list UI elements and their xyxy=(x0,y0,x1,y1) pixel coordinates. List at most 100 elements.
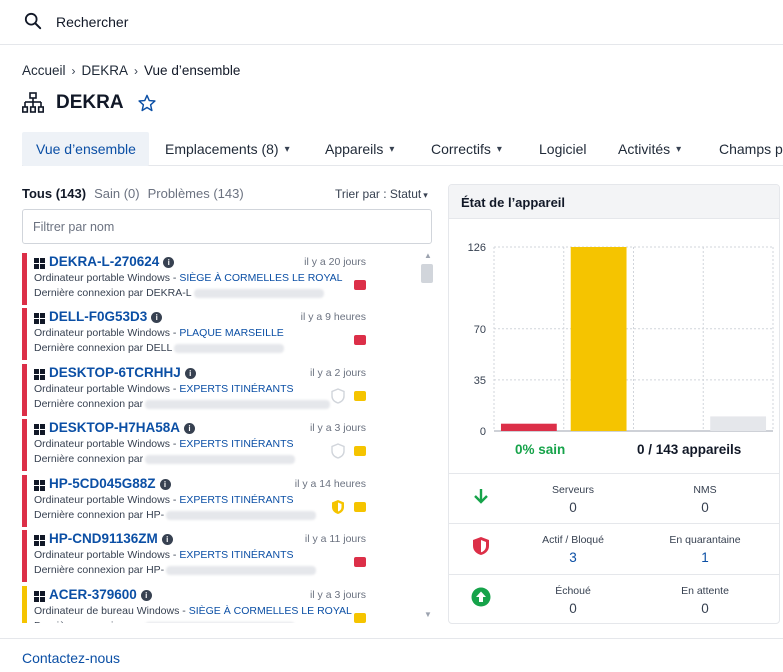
device-location-link[interactable]: PLAQUE MARSEILLE xyxy=(179,327,283,339)
tab-patches[interactable]: Correctifs ▾ xyxy=(431,132,502,166)
device-location-link[interactable]: EXPERTS ITINÉRANTS xyxy=(179,494,293,506)
device-name-link[interactable]: ACER-379600 i xyxy=(49,587,152,602)
device-row[interactable]: DESKTOP-H7HA58A i il y a 3 jours Ordinate… xyxy=(22,419,420,471)
info-icon[interactable]: i xyxy=(140,590,152,601)
device-name-link[interactable]: DESKTOP-6TCRHHJ i xyxy=(49,365,196,380)
device-type-label: Ordinateur portable Windows xyxy=(34,494,170,506)
stat-nms: NMS 0 xyxy=(635,484,775,515)
device-name[interactable]: DESKTOP-6TCRHHJ xyxy=(49,365,181,380)
search-icon[interactable] xyxy=(24,12,42,30)
device-row[interactable]: HP-CND91136ZM i il y a 11 jours Ordinateu… xyxy=(22,530,420,582)
chevron-right-icon: › xyxy=(134,63,139,78)
filter-healthy[interactable]: Sain (0) xyxy=(94,186,140,201)
chart-bar[interactable] xyxy=(500,423,557,431)
scroll-up-arrow[interactable]: ▲ xyxy=(424,251,432,260)
device-location-link[interactable]: EXPERTS ITINÉRANTS xyxy=(179,438,293,450)
device-row[interactable]: ACER-379600 i il y a 3 jours Ordinateur d… xyxy=(22,586,420,623)
device-name[interactable]: HP-CND91136ZM xyxy=(49,531,158,546)
device-count: 0 / 143 appareils xyxy=(637,442,742,457)
windows-icon xyxy=(34,313,45,324)
device-name[interactable]: DELL-F0G53D3 xyxy=(49,309,147,324)
info-icon[interactable]: i xyxy=(159,479,171,490)
device-row[interactable]: DESKTOP-6TCRHHJ i il y a 2 jours Ordinate… xyxy=(22,364,420,416)
device-list-scrollbar[interactable] xyxy=(420,256,434,622)
shield-warning-icon xyxy=(332,500,344,514)
chart-bar[interactable] xyxy=(710,416,767,431)
device-name-link[interactable]: DELL-F0G53D3 i xyxy=(49,309,163,324)
shield-outline-icon xyxy=(331,388,345,404)
star-favorite-icon[interactable] xyxy=(137,94,156,112)
stat-row-updates: Échoué 0 En attente 0 xyxy=(449,574,779,623)
stat-value-link[interactable]: 1 xyxy=(635,550,775,565)
device-type: Ordinateur de bureau Windows - SIÈGE À C… xyxy=(34,605,352,617)
breadcrumb-org[interactable]: DEKRA xyxy=(82,63,129,78)
last-connection-label: Dernière connexion par xyxy=(34,453,144,465)
device-type-label: Ordinateur portable Windows xyxy=(34,549,170,561)
info-icon[interactable]: i xyxy=(184,423,196,434)
device-type-label: Ordinateur portable Windows xyxy=(34,272,170,284)
scroll-down-arrow[interactable]: ▼ xyxy=(424,610,432,619)
tab-activities[interactable]: Activités ▾ xyxy=(618,132,681,166)
page-header: DEKRA xyxy=(22,92,156,114)
info-icon[interactable]: i xyxy=(163,257,175,268)
device-row[interactable]: HP-5CD045G88Z i il y a 14 heures Ordinate… xyxy=(22,475,420,527)
breadcrumb: Accueil › DEKRA › Vue d’ensemble xyxy=(22,63,240,78)
arrow-down-icon xyxy=(474,489,488,504)
device-type: Ordinateur portable Windows - EXPERTS IT… xyxy=(34,438,294,450)
tab-overview[interactable]: Vue d’ensemble xyxy=(22,132,149,166)
chart-bar[interactable] xyxy=(570,247,627,431)
shield-icon xyxy=(473,537,489,555)
tab-locations[interactable]: Emplacements (8) ▾ xyxy=(165,132,290,166)
breadcrumb-home[interactable]: Accueil xyxy=(22,63,66,78)
y-tick-label: 0 xyxy=(480,426,486,438)
device-location-link[interactable]: EXPERTS ITINÉRANTS xyxy=(179,383,293,395)
device-row[interactable]: DEKRA-L-270624 i il y a 20 jours Ordinate… xyxy=(22,253,420,305)
filter-all[interactable]: Tous (143) xyxy=(22,186,86,201)
device-location-link[interactable]: SIÈGE À CORMELLES LE ROYAL xyxy=(189,605,352,617)
device-name-link[interactable]: HP-5CD045G88Z i xyxy=(49,476,171,491)
contact-us-link[interactable]: Contactez-nous xyxy=(22,650,120,666)
status-indicator xyxy=(354,446,366,456)
tab-custom-fields[interactable]: Champs pe xyxy=(719,132,783,166)
last-seen-time: il y a 2 jours xyxy=(309,367,366,379)
last-seen-time: il y a 3 jours xyxy=(309,422,366,434)
chevron-down-icon: ▾ xyxy=(284,143,290,155)
status-indicator xyxy=(354,391,366,401)
device-name-link[interactable]: DESKTOP-H7HA58A i xyxy=(49,420,196,435)
shield-outline-icon xyxy=(331,443,345,459)
sort-dropdown[interactable]: Trier par : Statut ▾ xyxy=(335,187,428,201)
device-type-label: Ordinateur portable Windows xyxy=(34,383,170,395)
chevron-right-icon: › xyxy=(71,63,76,78)
stat-label: Échoué xyxy=(555,585,591,597)
redacted-text xyxy=(145,454,296,464)
device-type: Ordinateur portable Windows - PLAQUE MAR… xyxy=(34,327,284,339)
stat-quarantine: En quarantaine 1 xyxy=(635,534,775,565)
redacted-text xyxy=(145,399,331,409)
device-name[interactable]: DEKRA-L-270624 xyxy=(49,254,159,269)
last-connection: Dernière connexion par HP- xyxy=(34,564,317,576)
device-name[interactable]: DESKTOP-H7HA58A xyxy=(49,420,180,435)
stat-failed: Échoué 0 xyxy=(503,585,643,616)
search-input[interactable]: Rechercher xyxy=(56,14,128,30)
device-status-chart: 0 35 70 126 xyxy=(468,242,774,438)
device-name[interactable]: HP-5CD045G88Z xyxy=(49,476,156,491)
tab-software[interactable]: Logiciel xyxy=(539,132,586,166)
tab-devices[interactable]: Appareils ▾ xyxy=(325,132,394,166)
last-connection-label: Dernière connexion par HP- xyxy=(34,564,165,576)
device-name-link[interactable]: DEKRA-L-270624 i xyxy=(49,254,175,269)
info-icon[interactable]: i xyxy=(184,368,196,379)
device-location-link[interactable]: SIÈGE À CORMELLES LE ROYAL xyxy=(179,272,342,284)
device-location-link[interactable]: EXPERTS ITINÉRANTS xyxy=(179,549,293,561)
info-icon[interactable]: i xyxy=(151,312,163,323)
stat-value-link[interactable]: 3 xyxy=(503,550,643,565)
last-connection-label: Dernière connexion par DEKRA-L xyxy=(34,287,192,299)
filter-by-name-input[interactable] xyxy=(22,209,432,244)
info-icon[interactable]: i xyxy=(161,534,173,545)
filter-problems[interactable]: Problèmes (143) xyxy=(148,186,244,201)
device-name-link[interactable]: HP-CND91136ZM i xyxy=(49,531,173,546)
scrollbar-thumb[interactable] xyxy=(421,264,433,283)
tab-bar: Vue d’ensemble Emplacements (8) ▾ Apparei… xyxy=(22,132,783,166)
device-row[interactable]: DELL-F0G53D3 i il y a 9 heures Ordinateur… xyxy=(22,308,420,360)
device-name[interactable]: ACER-379600 xyxy=(49,587,137,602)
last-connection: Dernière connexion par xyxy=(34,453,296,465)
